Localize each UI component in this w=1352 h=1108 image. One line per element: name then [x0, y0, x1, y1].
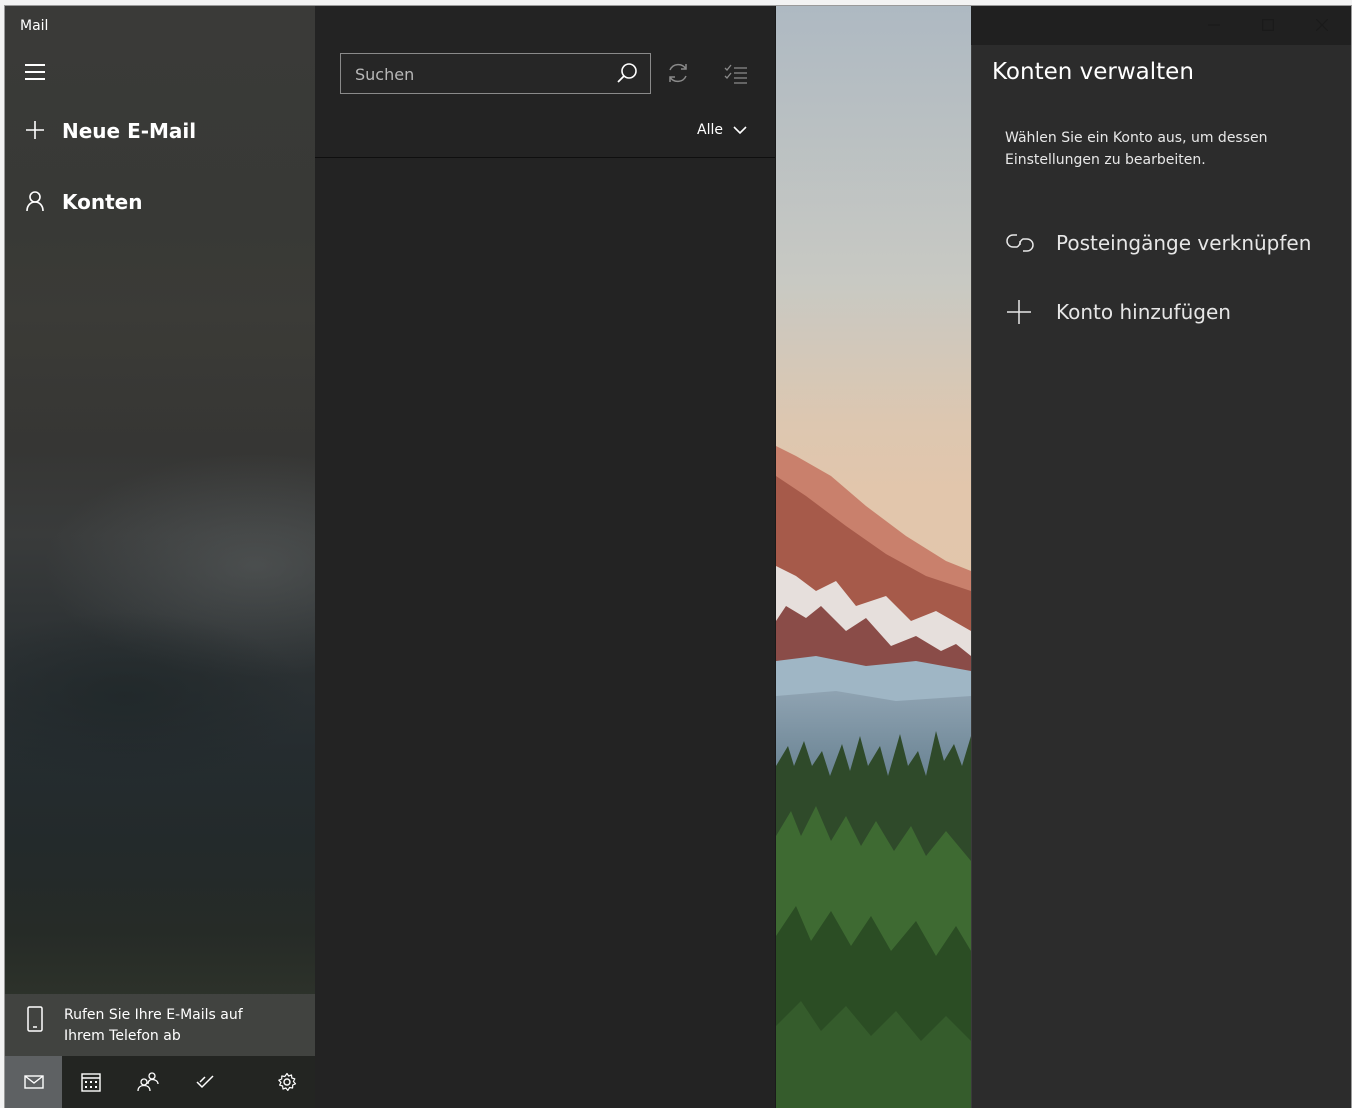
- new-mail-button[interactable]: Neue E-Mail: [5, 109, 315, 155]
- search-icon[interactable]: [616, 62, 638, 84]
- selection-mode-icon[interactable]: [724, 64, 748, 84]
- filter-dropdown[interactable]: Alle: [697, 122, 747, 138]
- sync-icon[interactable]: [666, 61, 690, 85]
- close-button[interactable]: [1295, 6, 1349, 44]
- people-icon: [136, 1072, 159, 1092]
- people-switch-button[interactable]: [119, 1056, 176, 1108]
- hamburger-icon-line: [25, 64, 45, 66]
- search-input[interactable]: [353, 54, 607, 95]
- hamburger-menu-button[interactable]: [25, 64, 45, 80]
- mail-switch-button[interactable]: [5, 1056, 62, 1108]
- search-box[interactable]: [340, 53, 651, 95]
- new-mail-label: Neue E-Mail: [62, 119, 197, 143]
- minimize-button[interactable]: [1187, 6, 1241, 44]
- todo-icon: [195, 1075, 214, 1089]
- flyout-title: Konten verwalten: [992, 59, 1194, 85]
- person-icon: [26, 191, 44, 212]
- background-landscape-image: [776, 6, 971, 1108]
- plus-icon: [1007, 300, 1031, 324]
- plus-icon: [26, 121, 44, 139]
- settings-button[interactable]: [258, 1056, 315, 1108]
- add-account-label: Konto hinzufügen: [1056, 300, 1231, 324]
- phone-promo-banner[interactable]: Rufen Sie Ihre E-Mails auf Ihrem Telefon…: [5, 994, 315, 1056]
- mail-window: Mail Neue E-Mail Konten Rufen Sie Ihre E…: [5, 6, 1351, 1108]
- phone-icon: [27, 1006, 43, 1032]
- accounts-button[interactable]: Konten: [5, 180, 315, 226]
- list-header-divider: [315, 157, 775, 158]
- app-title: Mail: [20, 18, 49, 34]
- link-icon: [1006, 234, 1034, 252]
- settings-icon: [277, 1072, 296, 1091]
- todo-switch-button[interactable]: [176, 1056, 233, 1108]
- link-inboxes-button[interactable]: Posteingänge verknüpfen: [972, 217, 1351, 269]
- chevron-down-icon: [733, 125, 747, 134]
- navigation-pane: Mail Neue E-Mail Konten Rufen Sie Ihre E…: [5, 6, 315, 1108]
- link-inboxes-label: Posteingänge verknüpfen: [1056, 231, 1312, 255]
- hamburger-icon-line: [25, 71, 45, 73]
- mail-icon: [23, 1075, 44, 1089]
- calendar-icon: [80, 1073, 101, 1092]
- filter-label: Alle: [697, 122, 723, 138]
- maximize-icon: [1262, 19, 1274, 31]
- accounts-label: Konten: [62, 190, 143, 214]
- maximize-button[interactable]: [1241, 6, 1295, 44]
- calendar-switch-button[interactable]: [62, 1056, 119, 1108]
- manage-accounts-flyout: Konten verwalten Wählen Sie ein Konto au…: [971, 45, 1351, 1108]
- hamburger-icon-line: [25, 78, 45, 80]
- minimize-icon: [1208, 24, 1220, 26]
- flyout-description: Wählen Sie ein Konto aus, um dessen Eins…: [1005, 130, 1268, 168]
- phone-promo-text: Rufen Sie Ihre E-Mails auf Ihrem Telefon…: [64, 1007, 243, 1044]
- close-icon: [1316, 19, 1328, 31]
- add-account-button[interactable]: Konto hinzufügen: [972, 286, 1351, 338]
- message-list-pane: Alle: [315, 6, 776, 1108]
- app-switcher-bar: [5, 1056, 315, 1108]
